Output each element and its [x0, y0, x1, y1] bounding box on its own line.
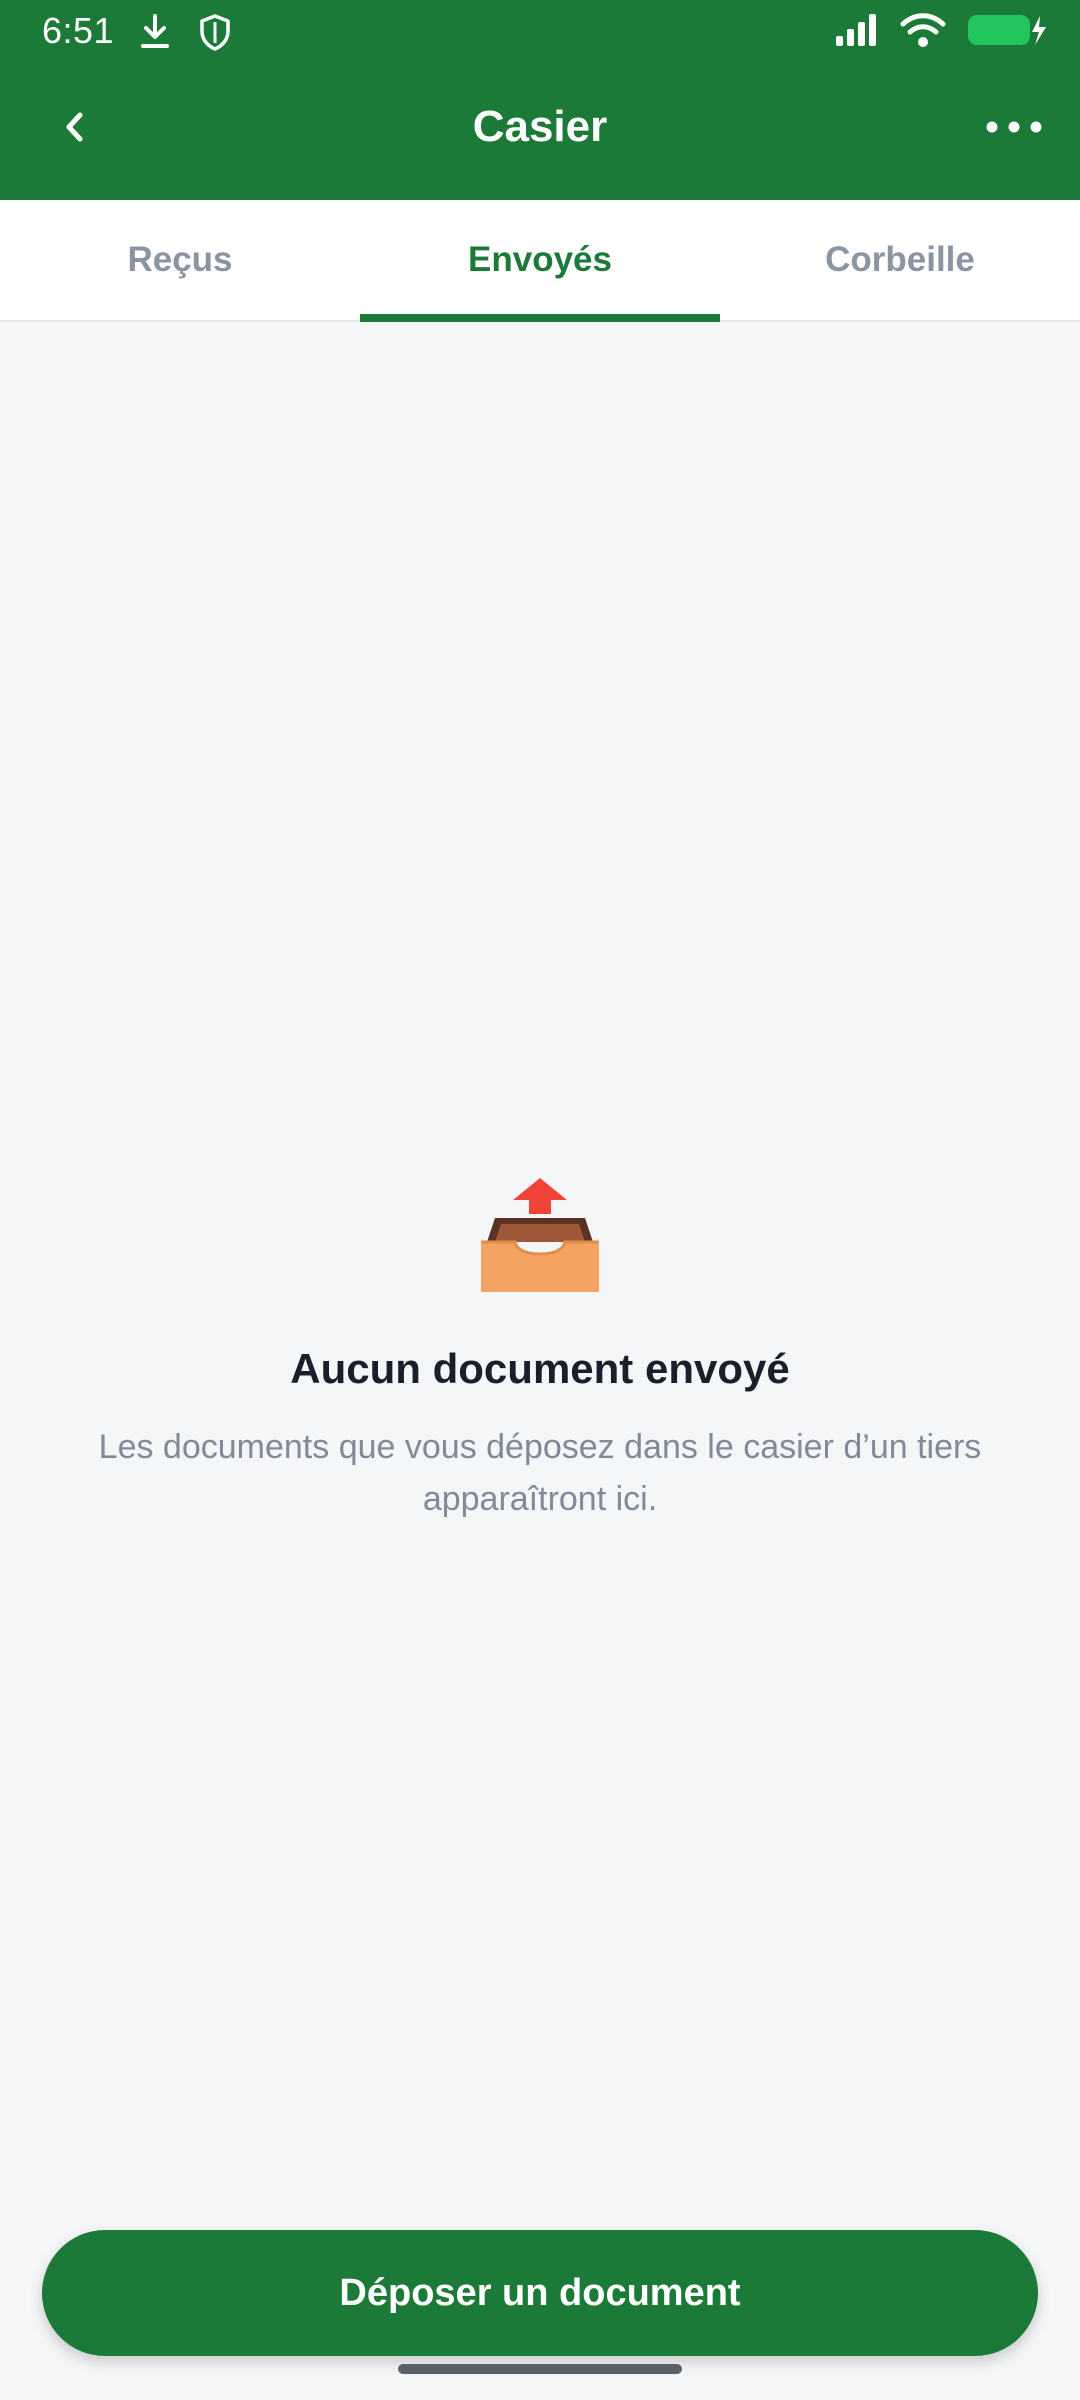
tab-envoyes[interactable]: Envoyés — [360, 200, 720, 322]
tab-corbeille[interactable]: Corbeille — [720, 200, 1080, 320]
page-title: Casier — [472, 102, 608, 151]
tab-bar: Reçus Envoyés Corbeille — [0, 200, 1080, 322]
more-options-button[interactable] — [974, 92, 1054, 162]
shield-icon — [198, 12, 232, 57]
status-time: 6:51 — [42, 10, 115, 51]
status-right-icons — [834, 12, 1050, 53]
screen: 6:51 Casier Reçus Envoyés Corbeille Aucu… — [0, 0, 1080, 2400]
app-header: Casier — [0, 62, 1080, 200]
status-left-icons — [138, 12, 232, 57]
tab-recus[interactable]: Reçus — [0, 200, 360, 320]
deposit-document-button[interactable]: Déposer un document — [42, 2230, 1038, 2356]
download-icon — [138, 12, 172, 57]
status-bar: 6:51 — [0, 0, 1080, 62]
wifi-icon — [900, 12, 946, 53]
empty-state-title: Aucun document envoyé — [290, 1345, 790, 1392]
empty-state-description: Les documents que vous déposez dans le c… — [98, 1428, 982, 1518]
home-indicator — [398, 2364, 682, 2374]
signal-icon — [834, 12, 880, 53]
outbox-tray-icon — [475, 1170, 605, 1300]
empty-state: Aucun document envoyé Les documents que … — [0, 1170, 1080, 1525]
battery-charging-icon — [966, 12, 1050, 53]
more-horizontal-icon — [986, 121, 1042, 133]
top-bar: 6:51 Casier — [0, 0, 1080, 200]
